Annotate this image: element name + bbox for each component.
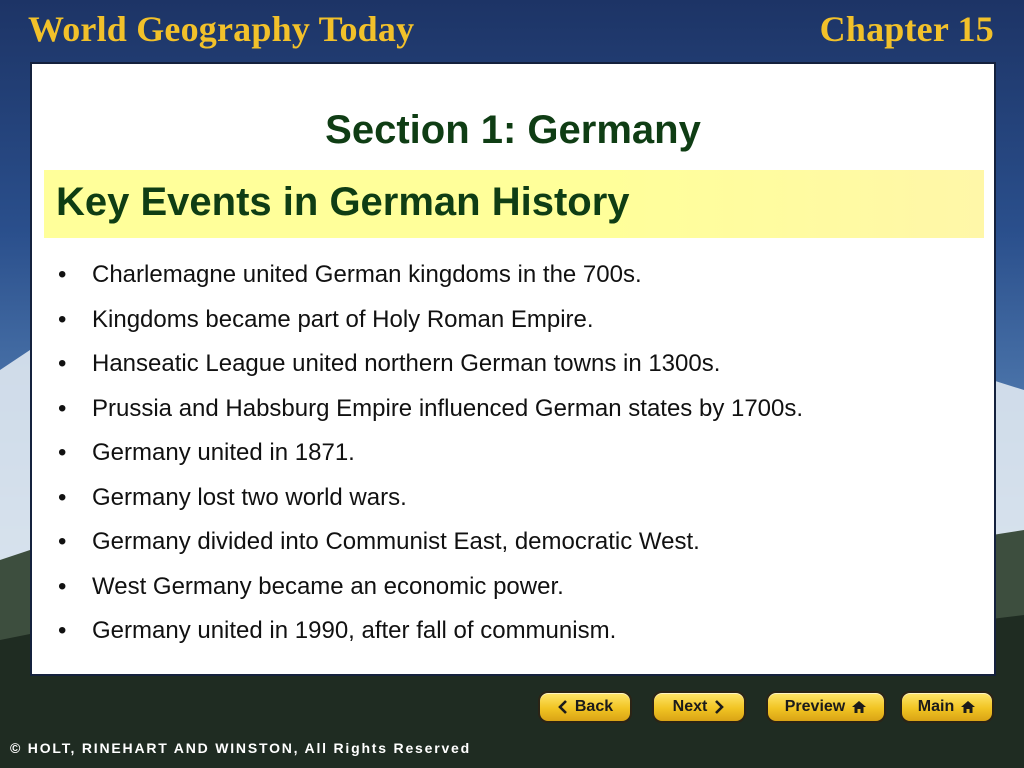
key-title: Key Events in German History (56, 180, 630, 224)
list-item: • Charlemagne united German kingdoms in t… (58, 260, 803, 305)
key-title-banner: Key Events in German History (44, 170, 984, 238)
preview-button[interactable]: Preview (766, 691, 886, 723)
home-icon (960, 700, 976, 714)
bullet-text: Germany lost two world wars. (92, 483, 407, 511)
back-button[interactable]: Back (538, 691, 632, 723)
preview-label: Preview (784, 698, 846, 715)
app-title: World Geography Today (28, 9, 415, 49)
list-item: • Germany divided into Communist East, de… (58, 527, 803, 572)
bullet-text: Prussia and Habsburg Empire influenced G… (92, 394, 804, 422)
section-title: Section 1: Germany (325, 108, 701, 152)
bullet-marker: • (58, 261, 67, 288)
copyright-footer: © HOLT, RINEHART AND WINSTON, All Rights… (10, 740, 471, 756)
bullet-text: Charlemagne united German kingdoms in th… (92, 261, 642, 288)
list-item: • Kingdoms became part of Holy Roman Empi… (58, 305, 803, 350)
list-item: • Germany lost two world wars. (58, 483, 803, 528)
main-label: Main (917, 698, 955, 715)
list-item: • Germany united in 1990, after fall of c… (58, 616, 803, 661)
chapter-label: Chapter 15 (819, 9, 994, 49)
back-label: Back (574, 698, 614, 715)
bullet-marker: • (58, 572, 67, 600)
bullet-text: Germany divided into Communist East, dem… (92, 528, 700, 555)
main-button[interactable]: Main (900, 691, 994, 723)
bullet-text: Germany united in 1871. (92, 439, 355, 466)
bullet-marker: • (58, 483, 67, 511)
bullet-text: Germany united in 1990, after fall of co… (92, 617, 617, 644)
list-item: • Hanseatic League united northern German… (58, 349, 803, 394)
home-icon (851, 700, 867, 714)
list-item: • West Germany became an economic power. (58, 572, 803, 617)
bullet-marker: • (58, 305, 67, 333)
next-button[interactable]: Next (652, 691, 746, 723)
bullet-text: Hanseatic League united northern German … (92, 350, 721, 377)
next-label: Next (672, 698, 708, 715)
bullet-marker: • (58, 617, 67, 644)
bullet-marker: • (58, 350, 67, 377)
content-panel: Section 1: Germany Key Events in German … (30, 62, 996, 676)
chevron-right-icon (713, 700, 725, 714)
list-item: • Germany united in 1871. (58, 438, 803, 483)
bullet-text: West Germany became an economic power. (92, 572, 564, 600)
list-item: • Prussia and Habsburg Empire influenced … (58, 394, 803, 439)
bullet-list: • Charlemagne united German kingdoms in t… (58, 260, 803, 661)
bullet-text: Kingdoms became part of Holy Roman Empir… (92, 305, 594, 333)
bullet-marker: • (58, 394, 67, 422)
chevron-left-icon (557, 700, 569, 714)
bullet-marker: • (58, 439, 67, 466)
bullet-marker: • (58, 528, 67, 555)
slide: { "header": { "title": "World Geography … (0, 0, 1024, 768)
